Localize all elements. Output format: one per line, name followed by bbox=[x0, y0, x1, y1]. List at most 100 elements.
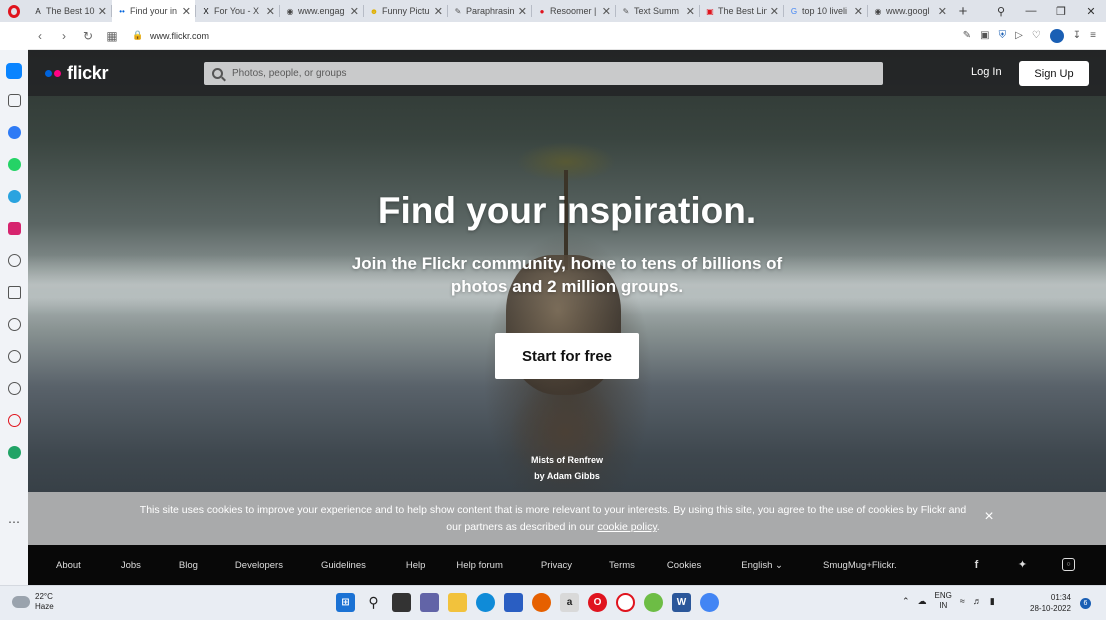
footer-link[interactable]: Cookies bbox=[667, 560, 701, 571]
browser-tab[interactable]: ◉ www.googl ✕ bbox=[868, 0, 951, 22]
chrome-icon[interactable] bbox=[700, 593, 719, 612]
task-view-icon[interactable] bbox=[392, 593, 411, 612]
footer-link[interactable]: SmugMug+Flickr. bbox=[823, 560, 897, 571]
close-window-icon[interactable]: ✕ bbox=[1076, 5, 1106, 18]
search-input[interactable] bbox=[232, 68, 832, 79]
flickr-logo[interactable]: flickr bbox=[45, 63, 109, 84]
word-icon[interactable]: W bbox=[672, 593, 691, 612]
url-field[interactable]: www.flickr.com bbox=[150, 31, 209, 41]
download-icon[interactable]: ↧ bbox=[1073, 30, 1081, 41]
clock[interactable]: 01:34 28-10-2022 bbox=[1030, 592, 1071, 614]
new-tab-button[interactable]: + bbox=[951, 3, 975, 20]
photo-author[interactable]: by Adam Gibbs bbox=[468, 468, 666, 484]
footer-link[interactable]: Blog bbox=[179, 560, 198, 571]
close-tab-icon[interactable]: ✕ bbox=[602, 5, 611, 18]
instagram-icon[interactable]: ○ bbox=[1062, 558, 1075, 571]
close-tab-icon[interactable]: ✕ bbox=[770, 5, 779, 18]
start-for-free-button[interactable]: Start for free bbox=[495, 333, 639, 379]
sidebar-instagram[interactable] bbox=[0, 218, 28, 239]
close-tab-icon[interactable]: ✕ bbox=[266, 5, 275, 18]
sidebar-telegram[interactable] bbox=[0, 186, 28, 207]
heart-icon[interactable]: ♡ bbox=[1032, 30, 1041, 41]
camera-icon[interactable]: ▣ bbox=[980, 30, 989, 41]
sidebar-pinboard[interactable] bbox=[0, 410, 28, 431]
sidebar-messenger[interactable] bbox=[0, 122, 28, 143]
footer-link[interactable]: Help forum bbox=[456, 560, 502, 571]
start-icon[interactable]: ⊞ bbox=[336, 593, 355, 612]
close-tab-icon[interactable]: ✕ bbox=[854, 5, 863, 18]
browser-tab[interactable]: ● Resoomer | ✕ bbox=[532, 0, 615, 22]
close-tab-icon[interactable]: ✕ bbox=[938, 5, 947, 18]
forward-icon[interactable]: › bbox=[52, 29, 76, 43]
sidebar-send[interactable] bbox=[0, 282, 28, 303]
footer-link[interactable]: Guidelines bbox=[321, 560, 366, 571]
opera-gx-icon[interactable] bbox=[616, 593, 635, 612]
photo-title[interactable]: Mists of Renfrew bbox=[468, 452, 666, 468]
close-tab-icon[interactable]: ✕ bbox=[518, 5, 527, 18]
sidebar-speed-dial[interactable] bbox=[0, 90, 28, 111]
chat-icon[interactable] bbox=[420, 593, 439, 612]
battery-icon[interactable]: ▮ bbox=[990, 596, 995, 607]
browser-tab[interactable]: A The Best 10 ✕ bbox=[28, 0, 111, 22]
opera-menu-icon[interactable] bbox=[0, 0, 28, 22]
maximize-icon[interactable]: ❐ bbox=[1046, 5, 1076, 18]
browser-tab[interactable]: ✎ Paraphrasin ✕ bbox=[448, 0, 531, 22]
twitter-icon[interactable]: ✦ bbox=[1016, 558, 1029, 571]
search-tabs-icon[interactable]: ⚲ bbox=[986, 5, 1016, 18]
footer-link[interactable]: English ⌄ bbox=[741, 560, 783, 571]
close-tab-icon[interactable]: ✕ bbox=[434, 5, 443, 18]
language-indicator[interactable]: ENG IN bbox=[935, 591, 952, 611]
store-icon[interactable] bbox=[504, 593, 523, 612]
facebook-icon[interactable]: f bbox=[970, 558, 983, 571]
footer-link[interactable]: About bbox=[56, 560, 81, 571]
chevron-up-icon[interactable]: ⌃ bbox=[902, 596, 910, 607]
close-tab-icon[interactable]: ✕ bbox=[686, 5, 695, 18]
close-tab-icon[interactable]: ✕ bbox=[350, 5, 359, 18]
onedrive-icon[interactable]: ☁ bbox=[918, 596, 927, 607]
utorrent-icon[interactable] bbox=[644, 593, 663, 612]
wifi-icon[interactable]: ≈ bbox=[960, 596, 965, 606]
browser-tab[interactable]: X For You - X ✕ bbox=[196, 0, 279, 22]
minimize-icon[interactable]: — bbox=[1016, 5, 1046, 17]
edge-icon[interactable] bbox=[476, 593, 495, 612]
footer-link[interactable]: Jobs bbox=[121, 560, 141, 571]
sidebar-settings[interactable] bbox=[0, 378, 28, 399]
search-bar[interactable] bbox=[204, 62, 883, 85]
browser-tab[interactable]: ◉ www.engag ✕ bbox=[280, 0, 363, 22]
sidebar-favorites[interactable] bbox=[0, 314, 28, 335]
easy-setup-icon[interactable]: ≡ bbox=[1090, 30, 1096, 41]
edit-icon[interactable]: ✎ bbox=[963, 30, 971, 41]
notification-badge[interactable]: 6 bbox=[1080, 598, 1091, 609]
more-icon[interactable]: ⋯ bbox=[0, 511, 28, 532]
volume-icon[interactable]: ♬ bbox=[973, 596, 982, 606]
firefox-icon[interactable] bbox=[532, 593, 551, 612]
login-link[interactable]: Log In bbox=[971, 66, 1002, 78]
browser-tab[interactable]: ✎ Text Summ ✕ bbox=[616, 0, 699, 22]
footer-link[interactable]: Help bbox=[406, 560, 426, 571]
browser-tab[interactable]: •• Find your in ✕ bbox=[112, 0, 195, 22]
tab-grid-icon[interactable]: ▦ bbox=[100, 29, 124, 43]
cookie-policy-link[interactable]: cookie policy bbox=[597, 521, 656, 533]
browser-tab[interactable]: ☻ Funny Pictu ✕ bbox=[364, 0, 447, 22]
footer-link[interactable]: Developers bbox=[235, 560, 283, 571]
shield-icon[interactable]: ⛨ bbox=[999, 30, 1007, 41]
close-cookie-banner-icon[interactable]: × bbox=[981, 509, 997, 525]
photo-credit[interactable]: Mists of Renfrew by Adam Gibbs bbox=[468, 452, 666, 484]
back-icon[interactable]: ‹ bbox=[28, 29, 52, 43]
sidebar-player[interactable] bbox=[0, 250, 28, 271]
amazon-icon[interactable]: a bbox=[560, 593, 579, 612]
weather-widget[interactable]: 22°C Haze bbox=[10, 592, 54, 612]
browser-tab[interactable]: ▣ The Best Lin ✕ bbox=[700, 0, 783, 22]
opera-icon[interactable]: O bbox=[588, 593, 607, 612]
send-icon[interactable]: ▷ bbox=[1015, 30, 1023, 41]
search-icon[interactable]: ⚲ bbox=[364, 593, 383, 612]
footer-link[interactable]: Privacy bbox=[541, 560, 572, 571]
close-tab-icon[interactable]: ✕ bbox=[98, 5, 107, 18]
lock-icon[interactable]: 🔒 bbox=[130, 30, 146, 41]
close-tab-icon[interactable]: ✕ bbox=[182, 5, 191, 18]
reload-icon[interactable]: ↻ bbox=[76, 29, 100, 43]
sidebar-whatsapp[interactable] bbox=[0, 154, 28, 175]
sidebar-history[interactable] bbox=[0, 346, 28, 367]
browser-tab[interactable]: Gtop 10 liveli ✕ bbox=[784, 0, 867, 22]
home-icon[interactable] bbox=[6, 63, 22, 79]
